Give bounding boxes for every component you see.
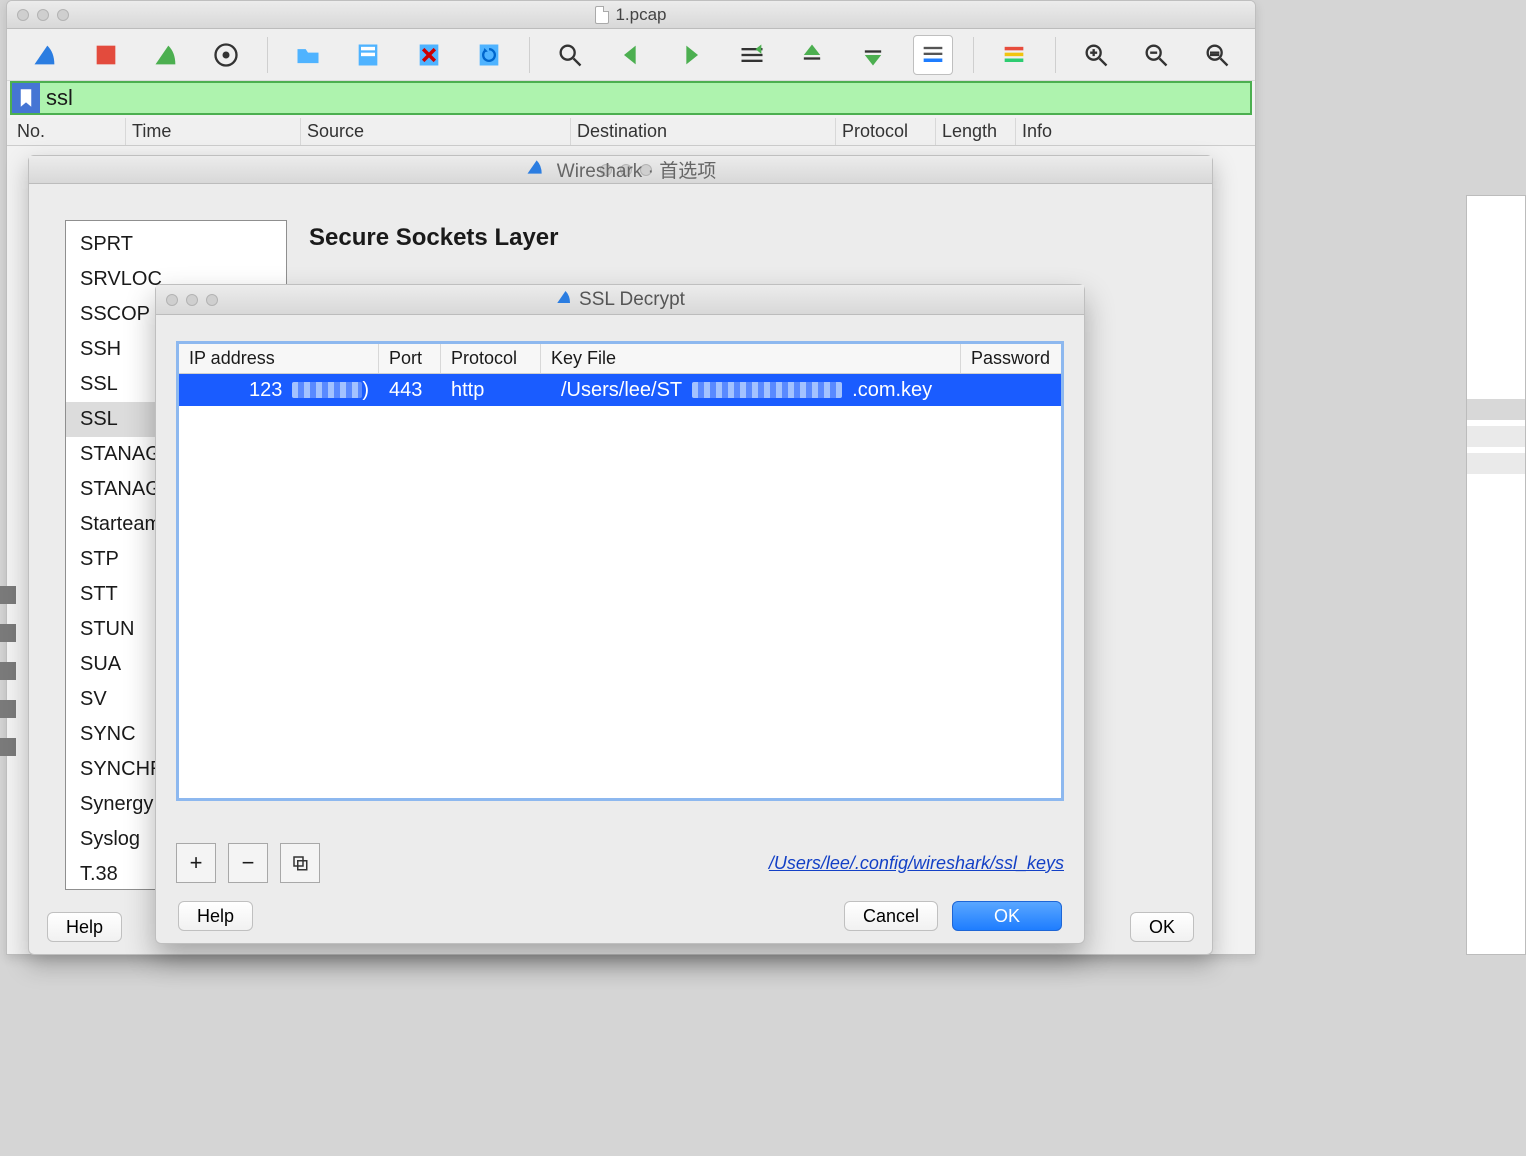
ssl-keys-table[interactable]: IP address Port Protocol Key File Passwo… [176,341,1064,801]
col-protocol[interactable]: Protocol [441,344,541,373]
window-controls[interactable] [17,9,69,21]
col-source[interactable]: Source [301,118,571,145]
help-button[interactable]: Help [47,912,122,942]
zoom-icon[interactable] [57,9,69,21]
file-icon [595,6,609,24]
reload-file-button[interactable] [469,35,509,75]
goto-first-button[interactable] [792,35,832,75]
ok-button[interactable]: OK [952,901,1062,931]
packet-list-header: No. Time Source Destination Protocol Len… [7,118,1255,146]
display-filter-input[interactable] [40,83,1250,113]
help-button[interactable]: Help [178,901,253,931]
display-filter-bar [10,81,1252,115]
col-info[interactable]: Info [1016,118,1255,145]
ssl-decrypt-dialog: SSL Decrypt IP address Port Protocol Key… [155,284,1085,944]
main-toolbar [7,29,1255,81]
options-button[interactable] [206,35,246,75]
find-button[interactable] [550,35,590,75]
ssl-keys-path-link[interactable]: /Users/lee/.config/wireshark/ssl_keys [769,853,1064,874]
go-back-button[interactable] [611,35,651,75]
col-proto[interactable]: Protocol [836,118,936,145]
cell-protocol: http [441,379,541,402]
close-file-button[interactable] [408,35,448,75]
close-icon[interactable] [600,164,612,176]
ok-button[interactable]: OK [1130,912,1194,942]
minimize-icon[interactable] [186,294,198,306]
redacted-icon [292,382,362,398]
prefs-window-controls[interactable] [600,164,652,176]
document-name: 1.pcap [615,5,666,25]
col-password[interactable]: Password [961,344,1061,373]
cancel-button[interactable]: Cancel [844,901,938,931]
goto-last-button[interactable] [852,35,892,75]
ssl-titlebar: SSL Decrypt [156,285,1084,315]
go-forward-button[interactable] [671,35,711,75]
shark-fin-icon[interactable] [25,35,65,75]
remove-row-button[interactable]: − [228,843,268,883]
filter-bookmark-button[interactable] [12,83,40,113]
close-icon[interactable] [17,9,29,21]
detail-panel-fragment: Serve chang Spec ta ACK] ta rt Serve cha… [1466,195,1526,955]
zoom-reset-button[interactable] [1196,35,1236,75]
open-file-button[interactable] [288,35,328,75]
prefs-page-heading: Secure Sockets Layer [309,224,558,252]
zoom-icon[interactable] [206,294,218,306]
ssl-window-controls[interactable] [166,294,218,306]
redacted-icon [692,382,842,398]
zoom-in-button[interactable] [1076,35,1116,75]
restart-capture-button[interactable] [146,35,186,75]
minimize-icon[interactable] [37,9,49,21]
ssl-footer: Help Cancel OK [156,901,1084,931]
shark-fin-icon [555,288,573,311]
ssl-row-toolbar: + − /Users/lee/.config/wireshark/ssl_key… [176,843,1064,883]
ssl-dialog-title: SSL Decrypt [579,289,685,311]
ssl-key-row[interactable]: 123) 443 http /Users/lee/ST.com.key [179,374,1061,406]
col-keyfile[interactable]: Key File [541,344,961,373]
main-titlebar: 1.pcap [7,1,1255,29]
stop-capture-button[interactable] [85,35,125,75]
shark-fin-icon [525,157,545,182]
zoom-icon[interactable] [640,164,652,176]
goto-packet-button[interactable] [731,35,771,75]
col-len[interactable]: Length [936,118,1016,145]
copy-row-button[interactable] [280,843,320,883]
col-dest[interactable]: Destination [571,118,836,145]
col-port[interactable]: Port [379,344,441,373]
prefs-titlebar: Wireshark · 首选项 [29,156,1212,184]
add-row-button[interactable]: + [176,843,216,883]
save-file-button[interactable] [348,35,388,75]
cell-ip: 123) [179,379,379,402]
minimize-icon[interactable] [620,164,632,176]
col-ip[interactable]: IP address [179,344,379,373]
protocol-item[interactable]: SPRT [80,227,286,262]
close-icon[interactable] [166,294,178,306]
cell-keyfile: /Users/lee/ST.com.key [541,379,961,402]
zoom-out-button[interactable] [1136,35,1176,75]
ssl-table-header: IP address Port Protocol Key File Passwo… [179,344,1061,374]
cell-port: 443 [379,379,441,402]
col-no[interactable]: No. [11,118,126,145]
edge-handles [0,586,16,776]
autoscroll-button[interactable] [913,35,954,75]
col-time[interactable]: Time [126,118,301,145]
colorize-button[interactable] [994,35,1034,75]
